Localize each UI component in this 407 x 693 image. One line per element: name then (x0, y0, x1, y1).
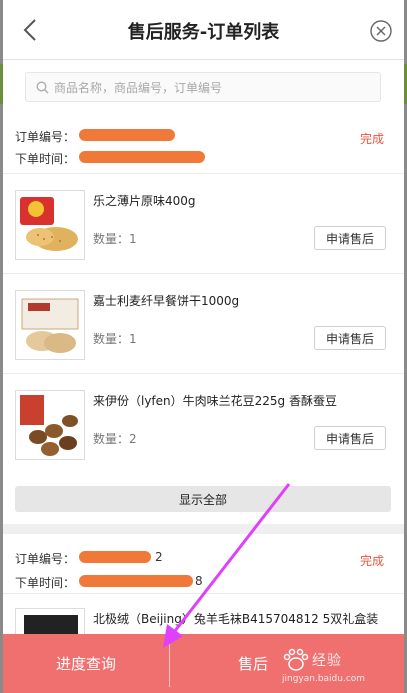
product-image[interactable] (15, 190, 85, 260)
order-time-visible-tail: 8 (195, 574, 203, 588)
redacted-order-number (79, 129, 175, 141)
close-circle-icon (370, 20, 392, 42)
watermark: 经验 jingyan.baidu.com (282, 646, 392, 688)
redacted-order-number (79, 551, 151, 563)
order-number-label: 订单编号： (15, 130, 76, 144)
order-time-label: 下单时间： (15, 576, 76, 590)
watermark-text: 经验 (312, 653, 342, 669)
search-bar (3, 60, 404, 114)
product-quantity: 数量：1 (93, 332, 137, 346)
order-item: 来伊份（lyfen）牛肉味兰花豆225g 香酥蚕豆 数量：2 申请售后 (3, 374, 404, 474)
product-name[interactable]: 北极绒（Beijing）兔羊毛袜B415704812 5双礼盒装 (93, 610, 378, 627)
search-input[interactable] (54, 77, 374, 99)
show-all-button[interactable]: 显示全部 (15, 486, 391, 512)
progress-query-button[interactable]: 进度查询 (3, 634, 169, 693)
order-item: 嘉士利麦纤早餐饼干1000g 数量：1 申请售后 (3, 274, 404, 374)
cracker-bag-image (20, 197, 78, 251)
paw-logo-icon (283, 648, 309, 671)
order-status: 完成 (359, 554, 384, 568)
order-card: 订单编号： 下单时间： 完成 乐之薄片原味400g 数量：1 申请售后 嘉士利麦… (3, 114, 404, 524)
order-header: 订单编号： 2 下单时间： 8 完成 (3, 534, 404, 594)
product-quantity: 数量：2 (93, 432, 137, 446)
product-image[interactable] (15, 290, 85, 360)
page-title: 售后服务-订单列表 (127, 22, 280, 43)
product-name[interactable]: 来伊份（lyfen）牛肉味兰花豆225g 香酥蚕豆 (93, 392, 337, 409)
redacted-order-time (79, 575, 193, 587)
product-quantity: 数量：1 (93, 232, 137, 246)
biscuit-box-image (21, 298, 79, 353)
apply-after-sales-button[interactable]: 申请售后 (314, 426, 386, 450)
apply-after-sales-button[interactable]: 申请售后 (314, 226, 386, 250)
redacted-order-time (79, 151, 205, 163)
apply-after-sales-button[interactable]: 申请售后 (314, 326, 386, 350)
order-time-label: 下单时间： (15, 152, 76, 166)
app-screen: 售后服务-订单列表 订单编号： 下单时间： 完成 (3, 0, 404, 693)
order-number-visible-tail: 2 (155, 550, 163, 564)
product-name[interactable]: 嘉士利麦纤早餐饼干1000g (93, 292, 239, 309)
top-nav-bar: 售后服务-订单列表 (3, 0, 404, 60)
search-box (25, 72, 381, 102)
product-name[interactable]: 乐之薄片原味400g (93, 192, 196, 209)
order-header: 订单编号： 下单时间： 完成 (3, 114, 404, 174)
search-icon (36, 81, 49, 94)
order-item: 乐之薄片原味400g 数量：1 申请售后 (3, 174, 404, 274)
order-number-label: 订单编号： (15, 552, 76, 566)
order-card: 订单编号： 2 下单时间： 8 完成 北极绒（Beijing）兔羊毛袜B4157… (3, 534, 404, 678)
broad-beans-image (20, 395, 78, 456)
product-image[interactable] (15, 390, 85, 460)
order-status: 完成 (359, 132, 384, 146)
close-button[interactable] (370, 20, 392, 42)
watermark-url: jingyan.baidu.com (282, 674, 366, 684)
